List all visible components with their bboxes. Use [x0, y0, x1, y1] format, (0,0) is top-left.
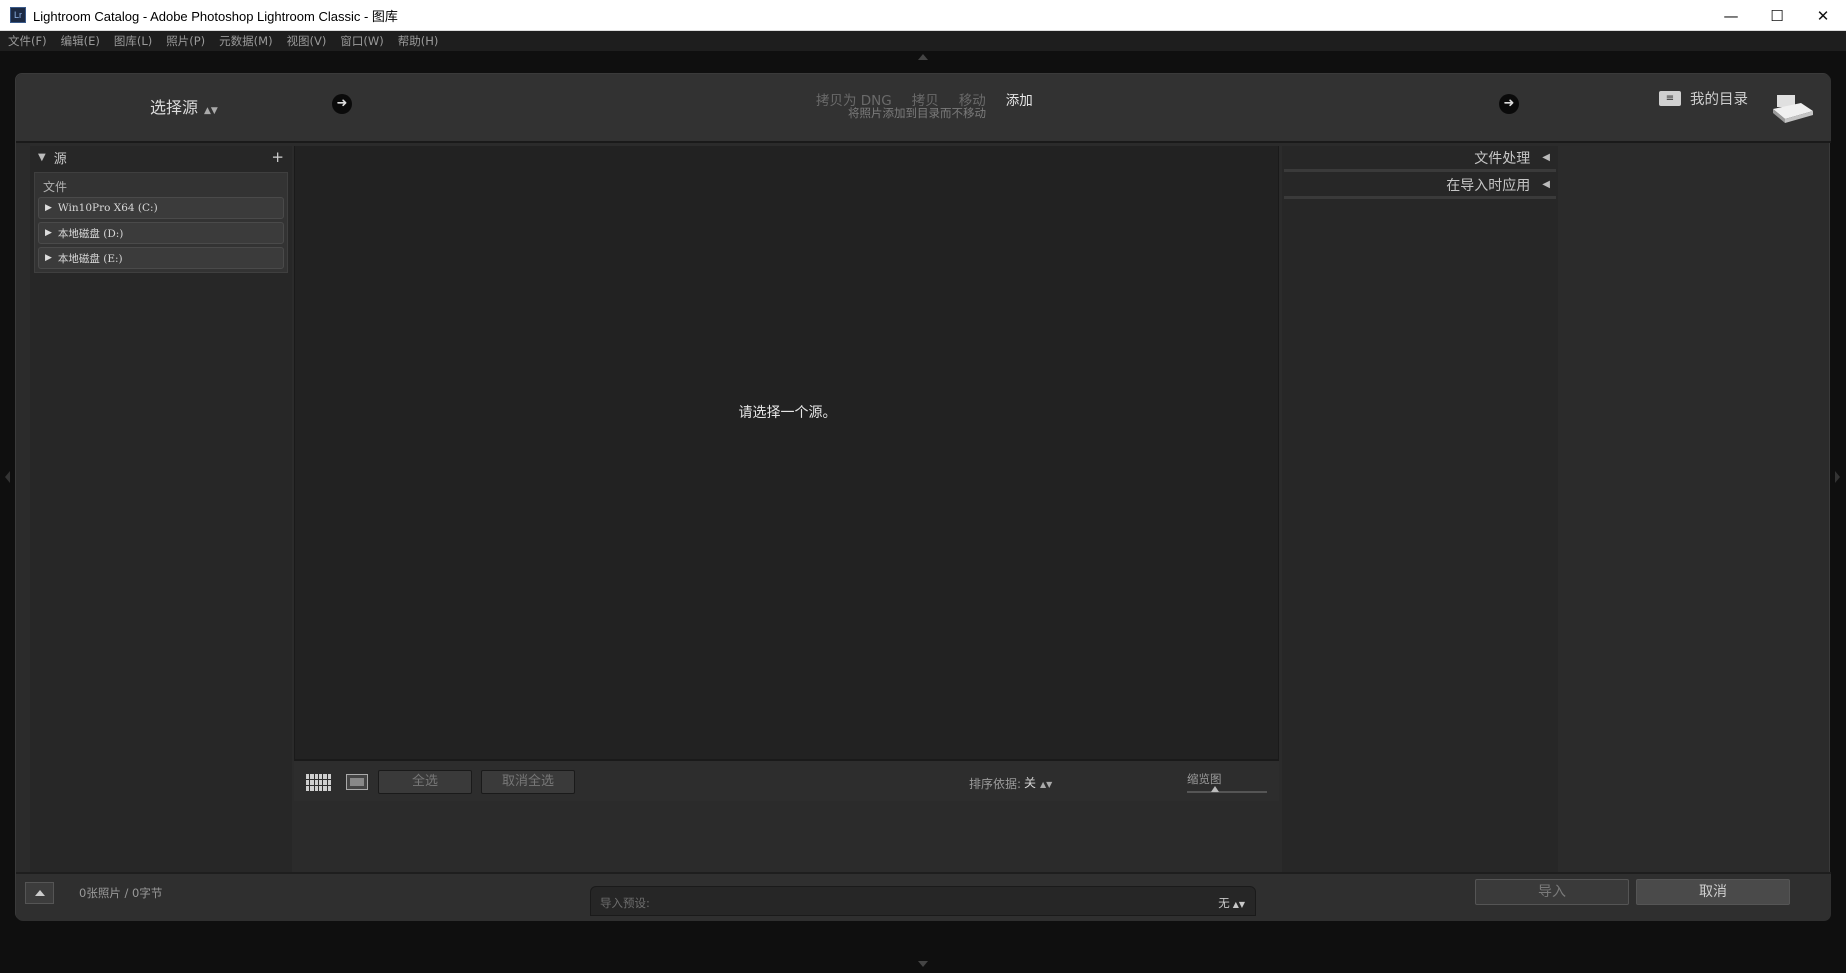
menu-view[interactable]: 视图(V) [287, 33, 327, 49]
window-title: Lightroom Catalog - Adobe Photoshop Ligh… [33, 8, 398, 24]
sort-selector[interactable]: 关 ▲▼ [1024, 774, 1052, 791]
catalog-label: 我的目录 [1690, 92, 1748, 108]
collapse-triangle-icon: ▼ [38, 151, 46, 163]
preview-toolbar: 全选 取消全选 排序依据: 关 ▲▼ 缩览图 [294, 759, 1279, 801]
preview-area: 请选择一个源。 [294, 146, 1279, 759]
destination-panel: 文件处理 ◀ 在导入时应用 ◀ [1282, 146, 1558, 872]
import-preset-selector[interactable]: 导入预设: 无 ▲▼ [590, 886, 1256, 916]
sort-value: 关 [1024, 776, 1037, 790]
expand-triangle-icon: ▶ [45, 203, 52, 213]
menu-metadata[interactable]: 元数据(M) [219, 33, 272, 49]
window-titlebar: Lr Lightroom Catalog - Adobe Photoshop L… [0, 0, 1846, 31]
lightroom-app-icon: Lr [10, 7, 26, 23]
import-dialog: 选择源 ▲▼ ➜ 拷贝为 DNG 拷贝 移动 添加 将照片添加到目录而不移动 ➜ … [15, 73, 1831, 921]
apply-during-import-section[interactable]: 在导入时应用 ◀ [1284, 173, 1556, 199]
expand-triangle-icon: ▶ [45, 228, 52, 238]
minimize-button[interactable]: — [1708, 0, 1754, 31]
menu-bar: 文件(F) 编辑(E) 图库(L) 照片(P) 元数据(M) 视图(V) 窗口(… [0, 31, 1846, 51]
menu-file[interactable]: 文件(F) [8, 33, 47, 49]
updown-icon: ▲▼ [204, 106, 218, 116]
thumbnail-size-label: 缩览图 [1187, 772, 1222, 786]
select-source-message: 请选择一个源。 [738, 405, 837, 421]
bottom-panel-toggle-icon[interactable] [918, 961, 928, 967]
catalog-indicator: ≡ 我的目录 [1659, 88, 1748, 109]
menu-help[interactable]: 帮助(H) [398, 33, 439, 49]
menu-photo[interactable]: 照片(P) [166, 33, 205, 49]
grid-view-icon[interactable] [306, 774, 331, 791]
source-panel-header[interactable]: ▼ 源 + [30, 146, 292, 168]
deselect-all-button[interactable]: 取消全选 [481, 770, 575, 794]
left-panel-toggle-icon[interactable] [5, 471, 10, 483]
add-source-icon[interactable]: + [271, 148, 284, 166]
updown-icon: ▲▼ [1232, 900, 1245, 909]
expand-triangle-icon: ◀ [1542, 152, 1550, 163]
loupe-view-icon[interactable] [346, 774, 368, 790]
files-section-title: 文件 [43, 180, 68, 194]
import-header: 选择源 ▲▼ ➜ 拷贝为 DNG 拷贝 移动 添加 将照片添加到目录而不移动 ➜ … [16, 74, 1831, 143]
thumbnail-size-slider[interactable] [1187, 786, 1267, 793]
mode-add[interactable]: 添加 [1006, 89, 1033, 109]
menu-window[interactable]: 窗口(W) [340, 33, 383, 49]
section-title: 在导入时应用 [1446, 177, 1531, 194]
destination-arrow-icon[interactable]: ➜ [1499, 94, 1519, 114]
right-panel-toggle-icon[interactable] [1835, 471, 1840, 483]
import-preset-label: 导入预设: [600, 896, 650, 910]
source-panel-title: 源 [53, 151, 67, 167]
source-panel: ▼ 源 + 文件 ▶ Win10Pro X64 (C:) ▶ 本地磁盘 (D:)… [30, 146, 292, 872]
import-preset-value-wrap: 无 ▲▼ [1218, 895, 1245, 911]
menu-library[interactable]: 图库(L) [114, 33, 152, 49]
drive-d[interactable]: ▶ 本地磁盘 (D:) [38, 222, 284, 244]
maximize-button[interactable]: ☐ [1754, 0, 1800, 31]
source-selector-label: 选择源 [150, 98, 199, 117]
drive-label: 本地磁盘 (E:) [57, 252, 123, 265]
import-button[interactable]: 导入 [1475, 879, 1629, 905]
section-title: 文件处理 [1474, 150, 1531, 167]
hard-disk-icon [1773, 95, 1813, 123]
window-controls: — ☐ ✕ [1708, 0, 1846, 31]
top-panel-toggle-icon[interactable] [918, 54, 928, 60]
cancel-button[interactable]: 取消 [1636, 879, 1790, 905]
import-preset-value: 无 [1218, 896, 1230, 910]
catalog-icon: ≡ [1659, 91, 1681, 106]
slider-knob-icon[interactable] [1211, 786, 1219, 792]
select-all-button[interactable]: 全选 [378, 770, 472, 794]
file-handling-section[interactable]: 文件处理 ◀ [1284, 146, 1556, 172]
source-selector[interactable]: 选择源 ▲▼ [150, 94, 218, 118]
up-triangle-icon [34, 890, 45, 896]
mode-description: 将照片添加到目录而不移动 [848, 106, 986, 120]
menu-edit[interactable]: 编辑(E) [61, 33, 100, 49]
expand-triangle-icon: ◀ [1542, 179, 1550, 190]
files-section: 文件 ▶ Win10Pro X64 (C:) ▶ 本地磁盘 (D:) ▶ 本地磁… [34, 172, 288, 273]
close-button[interactable]: ✕ [1800, 0, 1846, 31]
updown-icon: ▲▼ [1040, 780, 1053, 789]
sort-label: 排序依据: [969, 777, 1022, 791]
drive-e[interactable]: ▶ 本地磁盘 (E:) [38, 247, 284, 269]
expand-triangle-icon: ▶ [45, 253, 52, 263]
import-bottom-bar: 0张照片 / 0字节 导入预设: 无 ▲▼ 导入 取消 [16, 872, 1831, 921]
expand-dialog-button[interactable] [25, 882, 54, 904]
source-arrow-icon[interactable]: ➜ [332, 94, 352, 114]
app-frame: 选择源 ▲▼ ➜ 拷贝为 DNG 拷贝 移动 添加 将照片添加到目录而不移动 ➜ … [0, 51, 1846, 973]
photo-count: 0张照片 / 0字节 [79, 886, 163, 900]
drive-c[interactable]: ▶ Win10Pro X64 (C:) [38, 197, 284, 219]
drive-label: Win10Pro X64 (C:) [57, 202, 158, 214]
drive-label: 本地磁盘 (D:) [57, 227, 124, 240]
